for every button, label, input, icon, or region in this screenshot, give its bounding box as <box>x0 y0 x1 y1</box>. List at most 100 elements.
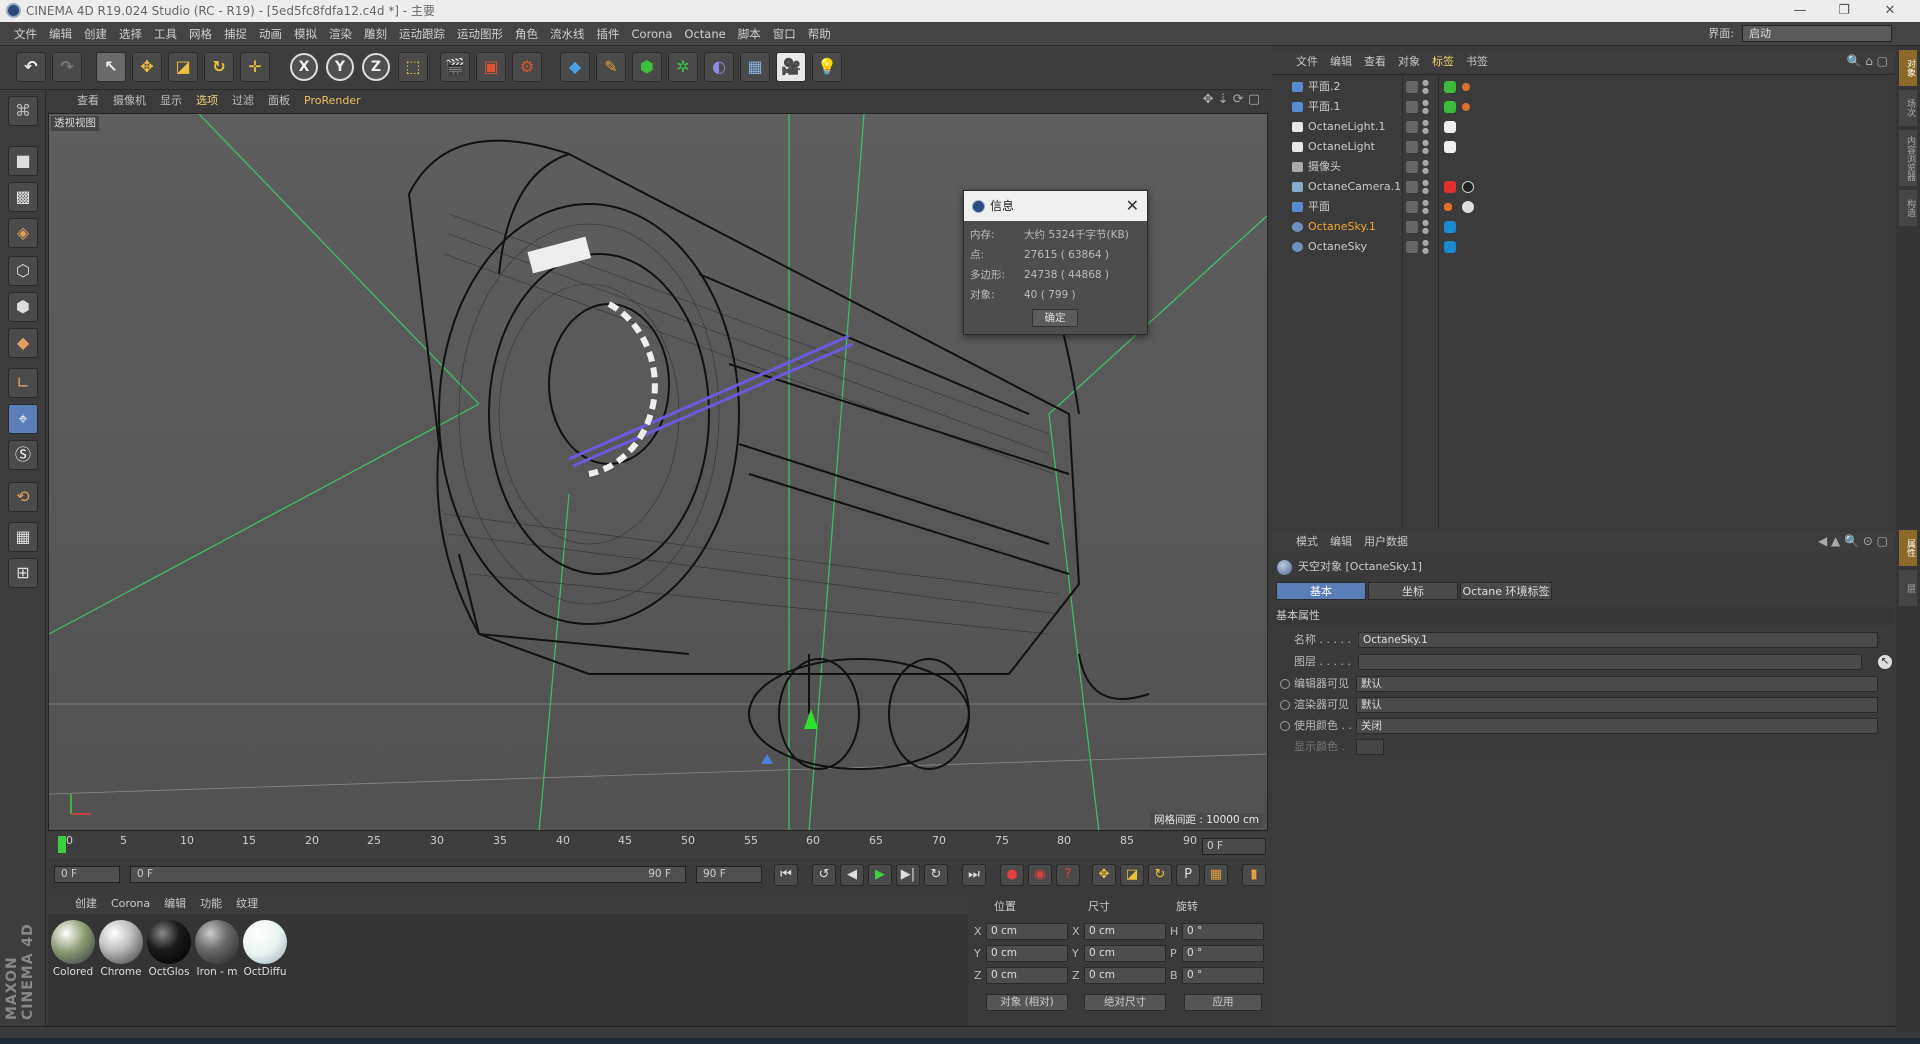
viewport-menu-display[interactable]: 显示 <box>153 90 189 112</box>
menu-mograph[interactable]: 运动图形 <box>451 22 509 46</box>
viewport-menu-panel[interactable]: 面板 <box>261 90 297 112</box>
viewport-menu-filter[interactable]: 过滤 <box>225 90 261 112</box>
keyframe-selection-icon[interactable]: ? <box>1056 864 1080 886</box>
undo-icon[interactable]: ↶ <box>16 52 46 82</box>
layer-toggle[interactable] <box>1406 221 1418 233</box>
coordinate-system-icon[interactable]: ⬚ <box>398 52 428 82</box>
position-z-field[interactable]: 0 cm <box>986 967 1068 984</box>
material-tag-icon[interactable] <box>1462 201 1474 213</box>
layer-field[interactable] <box>1358 654 1862 670</box>
menu-mesh[interactable]: 网格 <box>183 22 218 46</box>
next-frame-icon[interactable]: ▶| <box>896 864 920 886</box>
am-nav-icons[interactable]: ◀ ▲ 🔍 ⊙ ▢ <box>1818 534 1888 548</box>
tag-icon[interactable] <box>1462 83 1470 91</box>
layer-toggle[interactable] <box>1406 121 1418 133</box>
position-x-field[interactable]: 0 cm <box>986 923 1068 940</box>
size-x-field[interactable]: 0 cm <box>1084 923 1166 940</box>
menu-corona[interactable]: Corona <box>626 22 679 46</box>
scale-icon[interactable]: ◪ <box>168 52 198 82</box>
object-row[interactable]: 摄像头 ● ● <box>1272 157 1894 177</box>
tag-icon[interactable] <box>1444 203 1452 211</box>
am-menu-mode[interactable]: 模式 <box>1290 532 1324 552</box>
maximize-button[interactable]: ❐ <box>1824 0 1864 22</box>
size-y-field[interactable]: 0 cm <box>1084 945 1166 962</box>
om-menu-file[interactable]: 文件 <box>1290 52 1324 72</box>
cube-icon[interactable]: ◆ <box>560 52 590 82</box>
target-tag-icon[interactable] <box>1462 181 1474 193</box>
deformer-icon[interactable]: ◐ <box>704 52 734 82</box>
frame-range-slider[interactable]: 0 F 90 F <box>130 866 686 883</box>
object-row-selected[interactable]: OctaneSky.1 ● ● <box>1272 217 1894 237</box>
material-tag-icon[interactable] <box>1444 81 1456 93</box>
layer-toggle[interactable] <box>1406 201 1418 213</box>
timeline-icon[interactable]: ▮ <box>1242 864 1266 886</box>
rotate-icon[interactable]: ↻ <box>204 52 234 82</box>
menu-animate[interactable]: 动画 <box>253 22 288 46</box>
planar-workplane-icon[interactable]: ⊞ <box>8 558 38 588</box>
go-to-start-icon[interactable]: ⏮ <box>774 864 798 886</box>
apply-button[interactable]: 应用 <box>1184 994 1262 1011</box>
size-z-field[interactable]: 0 cm <box>1084 967 1166 984</box>
om-menu-bookmarks[interactable]: 书签 <box>1460 52 1494 72</box>
editor-visible-select[interactable]: 默认 <box>1356 676 1878 692</box>
key-scale-icon[interactable]: ◪ <box>1120 864 1144 886</box>
material-menu-texture[interactable]: 纹理 <box>229 894 265 914</box>
autokey-icon[interactable]: ◉ <box>1028 864 1052 886</box>
tab-octane-env[interactable]: Octane 环境标签 <box>1460 582 1552 600</box>
tab-structure[interactable]: 构造 <box>1899 190 1917 226</box>
key-pla-icon[interactable]: ▦ <box>1204 864 1228 886</box>
radio-icon[interactable] <box>1280 679 1290 689</box>
om-menu-view[interactable]: 查看 <box>1358 52 1392 72</box>
key-rotation-icon[interactable]: ↻ <box>1148 864 1172 886</box>
menu-tools[interactable]: 工具 <box>148 22 183 46</box>
om-menu-objects[interactable]: 对象 <box>1392 52 1426 72</box>
menu-script[interactable]: 脚本 <box>732 22 767 46</box>
select-icon[interactable]: ↖ <box>96 52 126 82</box>
display-color-swatch[interactable] <box>1356 739 1384 755</box>
tab-coord[interactable]: 坐标 <box>1368 582 1458 600</box>
play-icon[interactable]: ▶ <box>868 864 892 886</box>
key-position-icon[interactable]: ✥ <box>1092 864 1116 886</box>
object-row[interactable]: OctaneLight ● ● <box>1272 137 1894 157</box>
ok-button[interactable]: 确定 <box>1032 309 1078 327</box>
om-menu-tags[interactable]: 标签 <box>1426 52 1460 72</box>
visibility-dots[interactable]: ● ● <box>1422 239 1432 255</box>
camera-icon[interactable]: 🎥 <box>776 52 806 82</box>
object-row[interactable]: 平面.2 ● ● <box>1272 77 1894 97</box>
layer-toggle[interactable] <box>1406 241 1418 253</box>
next-key-icon[interactable]: ↻ <box>924 864 948 886</box>
viewport-menu-view[interactable]: 查看 <box>70 90 106 112</box>
material-swatch[interactable]: Colored <box>50 920 96 978</box>
layer-picker-icon[interactable]: ↖ <box>1878 655 1892 669</box>
render-picture-viewer-icon[interactable]: ▣ <box>476 52 506 82</box>
layout-select[interactable]: 启动 <box>1742 25 1892 42</box>
snap-icon[interactable]: Ⓢ <box>8 440 38 470</box>
render-visible-select[interactable]: 默认 <box>1356 697 1878 713</box>
rotation-p-field[interactable]: 0 ° <box>1182 945 1264 962</box>
material-menu-create[interactable]: 创建 <box>68 894 104 914</box>
environment-tag-icon[interactable] <box>1444 221 1456 233</box>
axis-x-button[interactable]: X <box>290 53 318 81</box>
material-swatch[interactable]: Iron - m <box>194 920 240 978</box>
visibility-dots[interactable]: ● ● <box>1422 139 1432 155</box>
axis-z-button[interactable]: Z <box>362 53 390 81</box>
playhead[interactable] <box>58 836 66 853</box>
material-menu-function[interactable]: 功能 <box>193 894 229 914</box>
start-frame-field[interactable]: 0 F <box>54 866 120 883</box>
object-row[interactable]: OctaneLight.1 ● ● <box>1272 117 1894 137</box>
polygons-mode-icon[interactable]: ◆ <box>8 328 38 358</box>
lock-workplane-icon[interactable]: ⟲ <box>8 482 38 512</box>
camera-tag-icon[interactable] <box>1444 181 1456 193</box>
array-icon[interactable]: ✲ <box>668 52 698 82</box>
object-row[interactable]: OctaneSky ● ● <box>1272 237 1894 257</box>
use-color-select[interactable]: 关闭 <box>1356 718 1878 734</box>
make-editable-icon[interactable]: ⌘ <box>8 96 38 126</box>
light-tag-icon[interactable] <box>1444 121 1456 133</box>
tab-basic[interactable]: 基本 <box>1276 582 1366 600</box>
light-icon[interactable]: 💡 <box>812 52 842 82</box>
menu-pipeline[interactable]: 流水线 <box>544 22 591 46</box>
coord-mode-select[interactable]: 对象 (相对) <box>986 994 1068 1011</box>
layer-toggle[interactable] <box>1406 141 1418 153</box>
am-menu-userdata[interactable]: 用户数据 <box>1358 532 1414 552</box>
axis-mode-icon[interactable]: ∟ <box>8 368 38 398</box>
